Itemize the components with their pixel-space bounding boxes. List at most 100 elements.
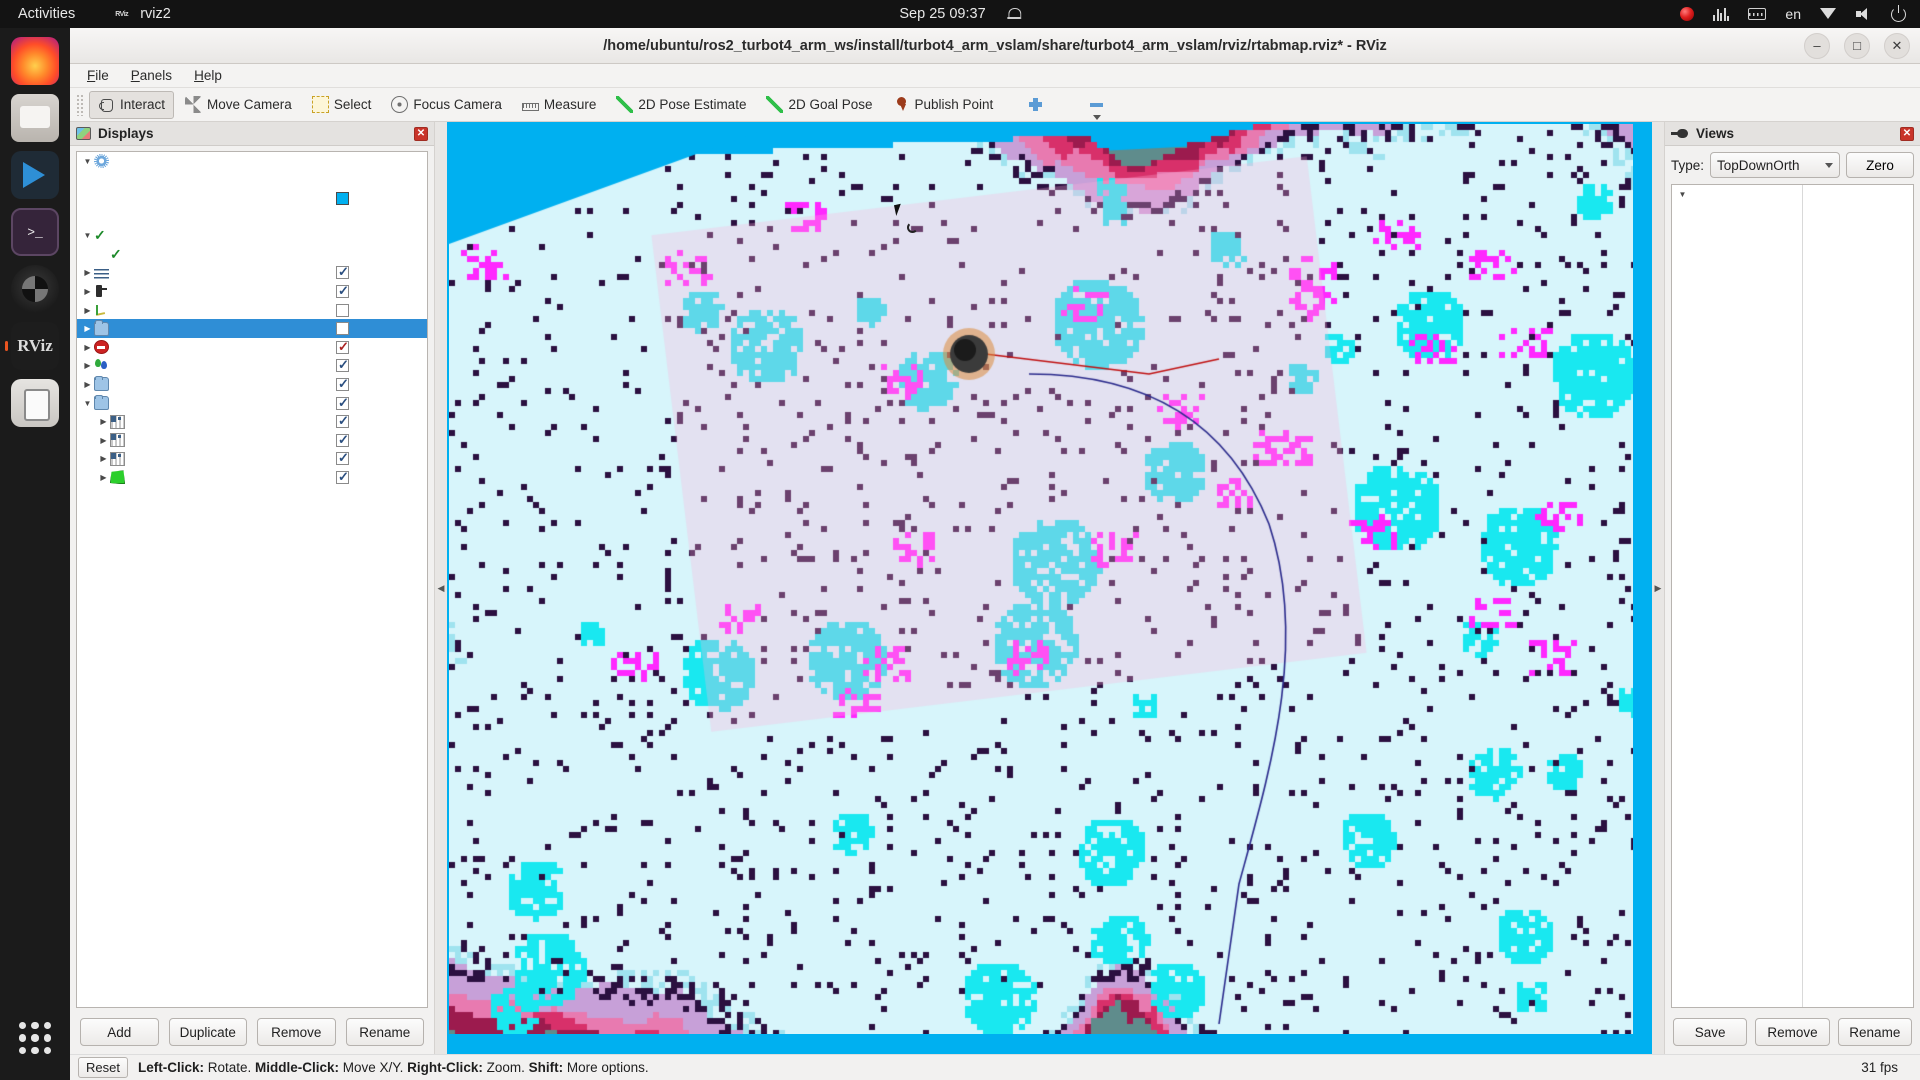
viewport-canvas[interactable] [449,124,1650,1052]
tree-expand-arrow[interactable] [97,417,110,426]
display-row-value[interactable] [336,339,349,355]
maximize-button[interactable]: □ [1844,32,1870,59]
enable-checkbox[interactable] [336,322,349,336]
tree-expand-arrow[interactable] [81,343,94,352]
activities-button[interactable]: Activities [18,6,75,22]
display-row-value[interactable] [336,432,349,448]
close-icon[interactable]: ✕ [414,126,428,141]
menu-file[interactable]: File [78,65,118,86]
dock-item-rviz[interactable]: RViz [5,322,59,370]
remove-button[interactable]: Remove [257,1018,336,1046]
save-view-button[interactable]: Save [1673,1018,1748,1046]
view-row-angle[interactable] [1672,259,1913,278]
record-icon[interactable] [1680,7,1695,21]
enable-checkbox[interactable] [336,395,349,411]
display-row-map[interactable] [77,412,427,431]
dock-item-terminal[interactable]: >_ [11,208,59,256]
tree-expand-arrow[interactable] [97,473,110,482]
3d-viewport[interactable] [447,122,1652,1054]
tool-select[interactable]: Select [303,91,381,119]
dock-item-files[interactable] [11,94,59,142]
display-row-value[interactable] [336,395,349,411]
enable-checkbox[interactable] [336,376,349,392]
tool-measure[interactable]: Measure [513,91,606,119]
enable-checkbox[interactable] [336,357,349,373]
dock-item-firefox[interactable] [11,37,59,85]
display-row-value[interactable] [336,450,349,466]
tool-interact[interactable]: Interact [89,90,175,119]
display-row-value[interactable] [336,413,349,429]
tool-remove[interactable] [1079,91,1114,120]
display-row-background-color[interactable] [77,189,427,208]
display-row-value[interactable] [336,264,349,280]
display-row-frame-rate[interactable] [77,208,427,227]
view-row-scale[interactable] [1672,241,1913,260]
tool-move-camera[interactable]: Move Camera [176,91,301,119]
view-row-x[interactable] [1672,278,1913,297]
display-row-landmark-nav-goals[interactable] [77,357,427,376]
active-app-indicator[interactable]: RViz rviz2 [115,6,171,22]
display-row-fixed-frame[interactable] [77,171,427,190]
display-row-value[interactable] [336,322,349,336]
display-row-local-costmap[interactable] [77,450,427,469]
volume-icon[interactable] [1856,7,1872,21]
zero-button[interactable]: Zero [1846,152,1914,178]
view-row-current-view[interactable] [1672,185,1913,204]
enable-checkbox[interactable] [336,339,349,355]
display-row-global-status-ok[interactable]: ✓ [77,226,427,245]
display-row-value[interactable] [336,283,349,299]
enable-checkbox[interactable] [336,303,349,317]
clock-area[interactable]: Sep 25 09:37 [899,6,1022,22]
display-row-value[interactable] [336,191,354,205]
power-icon[interactable] [1891,4,1906,22]
display-row-grid[interactable] [77,264,427,283]
remove-view-button[interactable]: Remove [1755,1018,1830,1046]
dock-item-gazebo[interactable] [11,265,59,313]
rename-view-button[interactable]: Rename [1837,1018,1912,1046]
language-indicator[interactable]: en [1785,6,1801,22]
display-row-value[interactable] [336,376,349,392]
chevron-down-icon[interactable] [1092,114,1101,120]
close-button[interactable]: ✕ [1884,32,1910,59]
equalizer-icon[interactable] [1713,7,1730,21]
color-swatch[interactable] [336,191,349,205]
tool-publish-point[interactable]: Publish Point [884,91,1003,119]
display-row-navigation[interactable] [77,394,427,413]
right-splitter[interactable]: ▶ [1652,122,1664,1054]
tool-add[interactable] [1018,91,1053,119]
reset-button[interactable]: Reset [78,1057,128,1078]
minimize-button[interactable]: – [1804,32,1830,59]
enable-checkbox[interactable] [336,432,349,448]
tree-expand-arrow[interactable] [81,380,94,389]
dock-item-vscode[interactable] [11,151,59,199]
view-row-near-clip-[interactable] [1672,204,1913,223]
display-row-rtab-map[interactable] [77,375,427,394]
tree-expand-arrow[interactable] [81,287,94,296]
displays-tree[interactable]: ✓✓ [76,151,428,1008]
tree-expand-arrow[interactable] [1676,190,1689,199]
toolbar-grip[interactable] [76,93,83,116]
enable-checkbox[interactable] [336,264,349,280]
tree-expand-arrow[interactable] [97,454,110,463]
tree-expand-arrow[interactable] [81,157,94,166]
display-row-robotmodel[interactable] [77,282,427,301]
tree-expand-arrow[interactable] [97,436,110,445]
tool-focus-camera[interactable]: Focus Camera [382,91,511,119]
tool-2d-goal-pose[interactable]: 2D Goal Pose [757,91,881,119]
enable-checkbox[interactable] [336,283,349,299]
show-applications-icon[interactable] [11,1014,59,1062]
display-row-tf[interactable] [77,301,427,320]
menu-help[interactable]: Help [185,65,231,86]
enable-checkbox[interactable] [336,450,349,466]
enable-checkbox[interactable] [336,413,349,429]
notifications-bell-icon[interactable] [1007,7,1022,22]
display-row-global-costmap[interactable] [77,431,427,450]
occupancy-map-render[interactable] [449,124,1633,1034]
tree-expand-arrow[interactable] [81,268,94,277]
display-row-global-options[interactable] [77,152,427,171]
duplicate-button[interactable]: Duplicate [168,1018,247,1046]
dock-item-software[interactable] [11,379,59,427]
close-icon[interactable]: ✕ [1900,126,1914,141]
enable-checkbox[interactable] [336,469,349,485]
tree-expand-arrow[interactable] [81,324,94,333]
